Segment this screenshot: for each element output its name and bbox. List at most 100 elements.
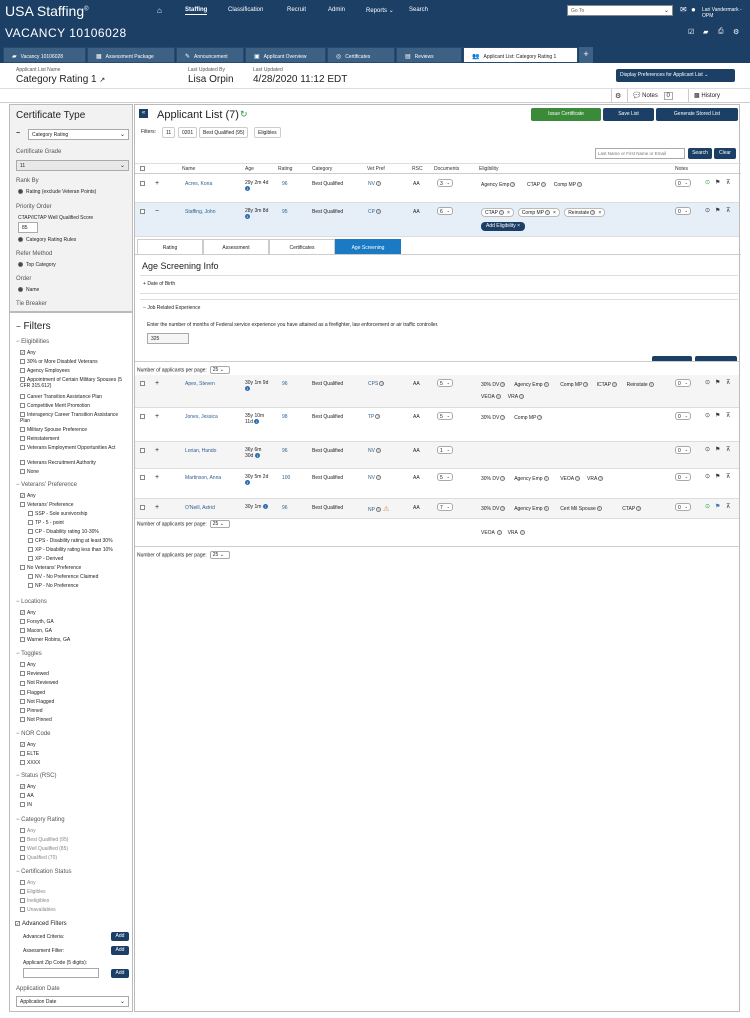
table-row[interactable]: + Jones, Jessica 35y 10m 11d i 98 Best Quali… [135, 408, 739, 442]
help-icon[interactable]: ? [598, 476, 604, 482]
help-icon[interactable]: ? [519, 394, 525, 400]
priority-radio[interactable]: Category Rating Rules [18, 237, 76, 243]
minus-icon[interactable]: − [16, 322, 21, 331]
review-status-icon[interactable]: ⊙ [705, 179, 710, 186]
goto-input[interactable]: Go To ⌄ [567, 5, 673, 16]
applicant-search-input[interactable]: Last Name or First Name or Email [595, 148, 685, 159]
filter-option-locations[interactable]: Any [20, 610, 128, 616]
help-icon[interactable]: ? [648, 382, 654, 388]
help-icon[interactable]: ? [575, 476, 581, 482]
eligibility-tag[interactable]: VEOA? [481, 394, 501, 400]
table-row[interactable]: + Apex, Steven 30y 1m 9d i 96 Best Qualified… [135, 375, 739, 408]
tab-vacancy[interactable]: ▰ Vacancy 10106028 [3, 47, 86, 63]
toggles-group[interactable]: − Toggles [16, 651, 42, 657]
filter-option-eligibility[interactable]: None [20, 469, 128, 475]
documents-dropdown[interactable]: 5 ⌄ [437, 473, 453, 481]
help-icon[interactable]: ? [590, 210, 596, 216]
tab-applicant-list[interactable]: 👥 Applicant List: Category Rating 1 [463, 47, 578, 63]
locations-group[interactable]: − Locations [16, 599, 47, 605]
notes-dropdown[interactable]: 0 ⌄ [675, 503, 691, 511]
documents-dropdown[interactable]: 7 ⌄ [437, 503, 453, 511]
filter-option-eligibility[interactable]: Reinstatement [20, 436, 128, 442]
help-icon[interactable]: ? [375, 414, 381, 420]
filter-option-eligibility[interactable]: Career Transition Assistance Plan [20, 394, 128, 400]
filter-option-vets[interactable]: Veterans' Preference [20, 502, 74, 508]
help-icon[interactable]: ? [500, 476, 506, 482]
col-rating[interactable]: Rating [278, 166, 292, 172]
clear-button[interactable]: Clear [714, 148, 736, 159]
filter-option-catrating[interactable]: Any [20, 828, 128, 834]
filter-option-toggles[interactable]: Not Pinned [20, 717, 128, 723]
pin-icon[interactable]: ⊼ [726, 179, 730, 186]
applicant-rating[interactable]: 96 [282, 505, 288, 511]
eligibility-tag[interactable]: Comp MP? × [517, 208, 560, 217]
help-icon[interactable]: ? [375, 209, 381, 215]
mail-icon[interactable]: ✉ [680, 5, 687, 14]
flag-icon[interactable]: ⚑ [715, 179, 720, 186]
eligibility-tag[interactable]: CTAP? [527, 182, 546, 188]
dob-accordion[interactable]: + Date of Birth [140, 275, 738, 294]
gear-icon[interactable]: ⚙ [733, 28, 739, 36]
documents-dropdown[interactable]: 1 ⌄ [437, 446, 453, 454]
veterans-group[interactable]: − Veterans' Preference [16, 482, 77, 488]
display-preferences-button[interactable]: Display Preferences for Applicant List ⌄ [616, 69, 735, 82]
print-icon[interactable]: ⎙ [718, 28, 724, 36]
nav-search[interactable]: Search [409, 7, 428, 13]
filter-option-toggles[interactable]: Reviewed [20, 671, 128, 677]
eligibility-tag[interactable]: Agency Emp? [514, 382, 549, 388]
filter-chip[interactable]: Best Qualified (95) [199, 127, 249, 138]
filter-option-vets[interactable]: Any [20, 493, 36, 499]
help-icon[interactable]: ? [543, 382, 549, 388]
pin-icon[interactable]: ⊼ [726, 503, 730, 510]
filter-option-eligibility[interactable]: Veterans Employment Opportunities Act [20, 445, 128, 451]
help-icon[interactable]: ? [543, 506, 549, 512]
applicant-vet-pref[interactable]: NV? [368, 181, 381, 187]
remove-icon[interactable]: × [507, 210, 510, 216]
applicant-name[interactable]: Apex, Steven [185, 381, 215, 387]
filter-option-locations[interactable]: Warner Robins, GA [20, 637, 128, 643]
review-status-icon[interactable]: ⊙ [705, 473, 710, 480]
pin-icon[interactable]: ⊼ [726, 207, 730, 214]
applicant-rating[interactable]: 100 [282, 475, 290, 481]
folder-icon[interactable]: ▰ [703, 28, 708, 36]
eligibility-tag[interactable]: CTAP? × [481, 208, 514, 217]
flag-icon[interactable]: ⚑ [715, 503, 720, 510]
eligibility-tag[interactable]: Reinstate? × [564, 208, 606, 217]
select-all-checkbox[interactable] [140, 166, 147, 172]
tab-reviews[interactable]: ▤ Reviews [396, 47, 462, 63]
expand-icon[interactable]: + [155, 504, 159, 511]
help-icon[interactable]: ? [519, 530, 525, 536]
user-icon[interactable]: ● [691, 5, 696, 14]
eligibility-tag[interactable]: 30% DV? [481, 415, 506, 421]
eligibility-tag[interactable]: ICTAP? [597, 382, 617, 388]
row-checkbox[interactable] [140, 381, 147, 387]
eligibility-tag[interactable]: 30% DV? [481, 382, 506, 388]
gear-icon[interactable]: ⚙ [615, 92, 621, 100]
eligibility-tag[interactable]: Agency Emp? [481, 182, 516, 188]
filter-option-eligibility[interactable]: Agency Employees [20, 368, 128, 374]
cert-grade-select[interactable]: 11 ⌄ [16, 160, 129, 171]
flag-icon[interactable]: ⚑ [715, 473, 720, 480]
help-icon[interactable]: ? [375, 448, 381, 454]
eligibility-tag[interactable]: Comp MP? [560, 382, 589, 388]
filter-option-vets[interactable]: NV - No Preference Claimed [28, 574, 98, 580]
filter-chip[interactable]: 0201 [178, 127, 198, 138]
row-checkbox[interactable] [140, 448, 147, 454]
zip-input[interactable] [23, 968, 99, 978]
ctap-score-input[interactable]: 85 [18, 222, 38, 233]
filter-option-toggles[interactable]: Pinned [20, 708, 128, 714]
nav-reports[interactable]: Reports ⌄ [366, 7, 394, 14]
info-icon[interactable]: i [245, 386, 250, 392]
expand-icon[interactable]: + [155, 413, 159, 420]
filter-option-vets[interactable]: CPS - Disability rating at least 30% [28, 538, 113, 544]
help-icon[interactable]: ? [596, 506, 602, 512]
tab-assessment-package[interactable]: ▦ Assessment Package [87, 47, 175, 63]
help-icon[interactable]: ? [375, 475, 381, 481]
nav-admin[interactable]: Admin [328, 7, 345, 13]
add-assessment-button[interactable]: Add [111, 946, 129, 955]
filter-option-eligibility[interactable]: Any [20, 350, 128, 356]
issue-certificate-button[interactable]: Issue Certificate [531, 108, 601, 121]
applicant-name[interactable]: Jones, Jessica [185, 414, 218, 420]
review-status-icon[interactable]: ⊙ [705, 446, 710, 453]
help-icon[interactable]: ? [583, 382, 589, 388]
